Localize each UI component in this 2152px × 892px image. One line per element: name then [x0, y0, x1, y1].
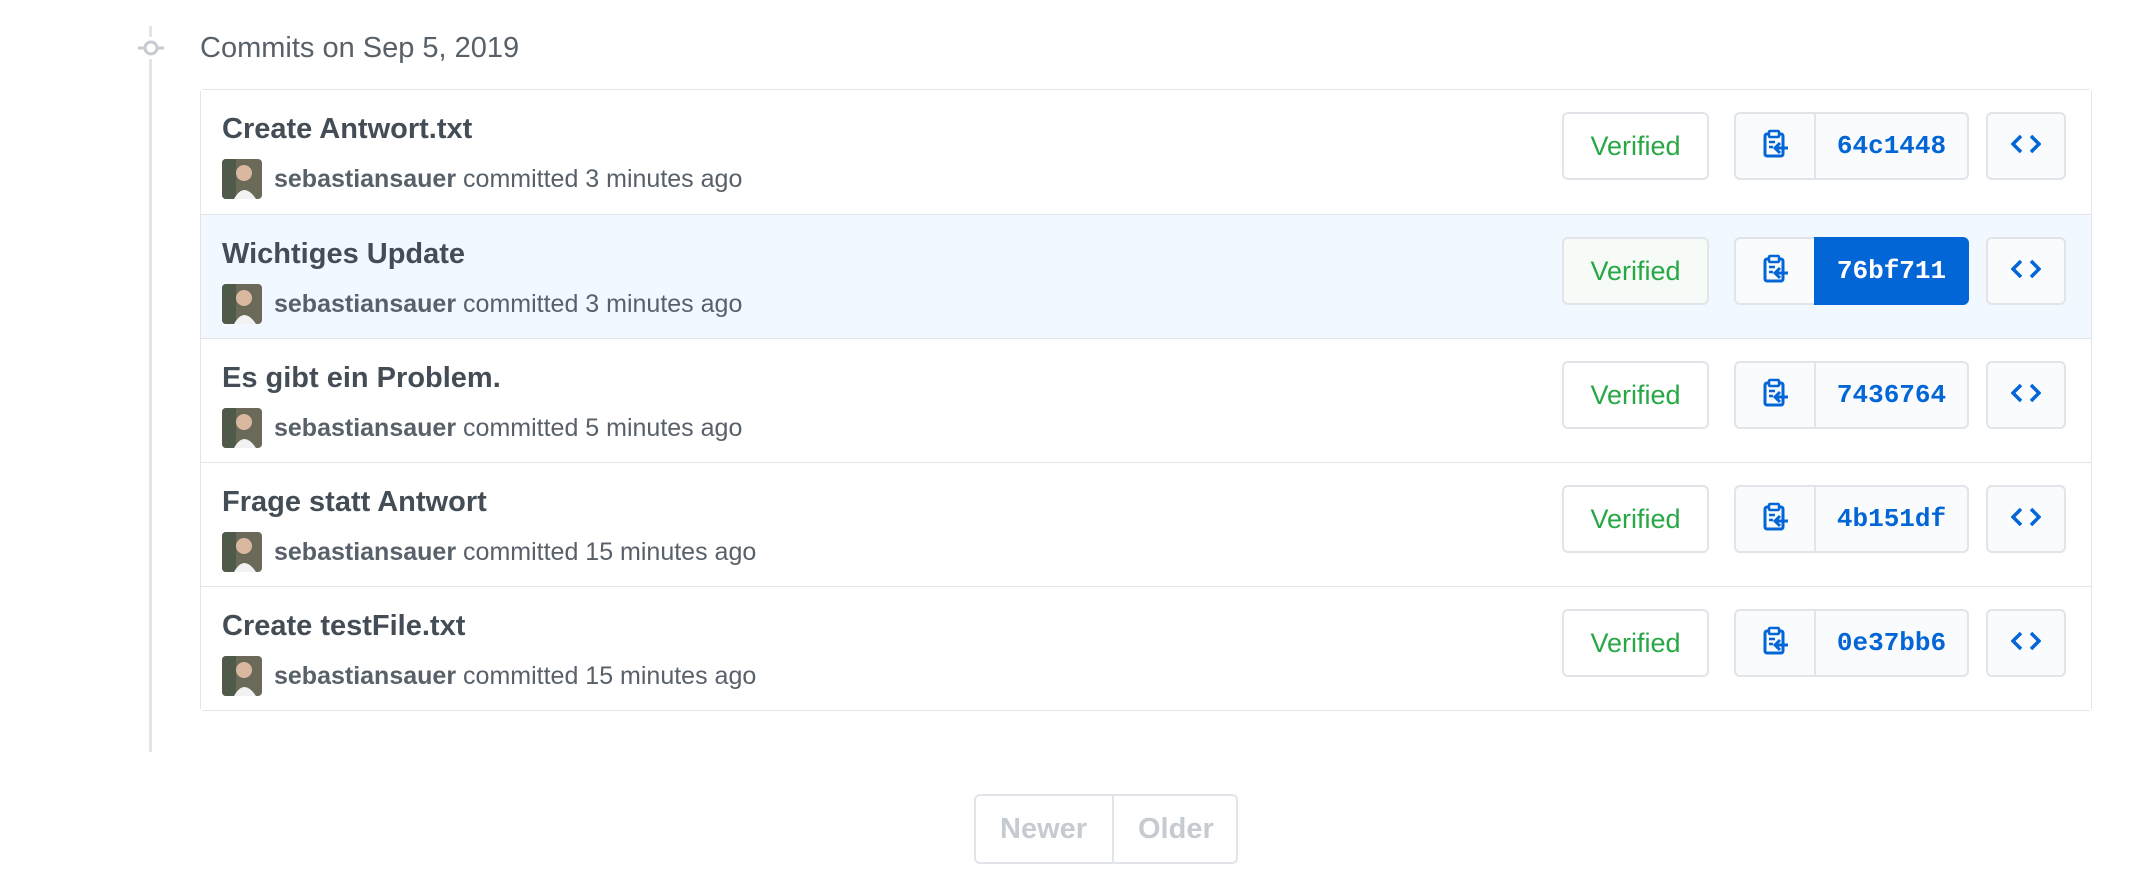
commit-list: Create Antwort.txt sebastiansauer commit…: [200, 89, 2092, 711]
sha-button-group: 0e37bb6: [1734, 609, 1969, 677]
browse-repo-button[interactable]: [1986, 361, 2066, 429]
verified-badge[interactable]: Verified: [1562, 112, 1709, 180]
commit-author-link[interactable]: sebastiansauer: [274, 414, 456, 443]
commit-meta: sebastiansauer committed 5 minutes ago: [222, 407, 742, 449]
pagination: Newer Older: [974, 794, 1238, 864]
commit-title-link[interactable]: Frage statt Antwort: [222, 484, 487, 520]
commit-row: Create Antwort.txt sebastiansauer commit…: [201, 90, 2091, 214]
code-icon: [2010, 506, 2042, 533]
commit-time: committed 15 minutes ago: [463, 537, 757, 566]
commit-time: committed 3 minutes ago: [463, 289, 743, 318]
commit-row: Frage statt Antwort sebastiansauer commi…: [201, 462, 2091, 586]
copy-sha-button[interactable]: [1734, 237, 1814, 305]
browse-repo-button[interactable]: [1986, 609, 2066, 677]
clippy-icon: [1761, 129, 1789, 164]
older-button[interactable]: Older: [1113, 794, 1238, 864]
commit-author-link[interactable]: sebastiansauer: [274, 290, 456, 319]
code-icon: [2010, 133, 2042, 160]
browse-repo-button[interactable]: [1986, 112, 2066, 180]
timeline-line: [149, 26, 152, 752]
browse-repo-button[interactable]: [1986, 485, 2066, 553]
commit-meta: sebastiansauer committed 3 minutes ago: [222, 283, 742, 325]
commit-sha-link[interactable]: 7436764: [1814, 361, 1969, 429]
commit-sha-link[interactable]: 64c1448: [1814, 112, 1969, 180]
copy-sha-button[interactable]: [1734, 485, 1814, 553]
commit-group-title: Commits on Sep 5, 2019: [200, 32, 520, 64]
sha-button-group: 64c1448: [1734, 112, 1969, 180]
avatar[interactable]: [222, 656, 262, 696]
commit-row: Es gibt ein Problem. sebastiansauer comm…: [201, 338, 2091, 462]
copy-sha-button[interactable]: [1734, 361, 1814, 429]
commit-row: Wichtiges Update sebastiansauer committe…: [201, 214, 2091, 338]
code-icon: [2010, 258, 2042, 285]
commit-sha-link[interactable]: 4b151df: [1814, 485, 1969, 553]
commit-author-link[interactable]: sebastiansauer: [274, 538, 456, 567]
avatar[interactable]: [222, 408, 262, 448]
commit-meta: sebastiansauer committed 15 minutes ago: [222, 531, 756, 573]
commit-title-link[interactable]: Create testFile.txt: [222, 608, 465, 644]
commit-title-link[interactable]: Create Antwort.txt: [222, 111, 472, 147]
verified-badge[interactable]: Verified: [1562, 361, 1709, 429]
commit-title-link[interactable]: Wichtiges Update: [222, 236, 465, 272]
commit-time: committed 3 minutes ago: [463, 164, 743, 193]
verified-badge[interactable]: Verified: [1562, 609, 1709, 677]
commit-meta: sebastiansauer committed 3 minutes ago: [222, 158, 742, 200]
copy-sha-button[interactable]: [1734, 609, 1814, 677]
newer-button[interactable]: Newer: [974, 794, 1113, 864]
commit-author-link[interactable]: sebastiansauer: [274, 662, 456, 691]
clippy-icon: [1761, 378, 1789, 413]
browse-repo-button[interactable]: [1986, 237, 2066, 305]
commit-meta: sebastiansauer committed 15 minutes ago: [222, 655, 756, 697]
clippy-icon: [1761, 254, 1789, 289]
git-commit-icon: [138, 37, 164, 59]
commit-title-link[interactable]: Es gibt ein Problem.: [222, 360, 501, 396]
commit-row: Create testFile.txt sebastiansauer commi…: [201, 586, 2091, 710]
commit-sha-link[interactable]: 0e37bb6: [1814, 609, 1969, 677]
verified-badge[interactable]: Verified: [1562, 485, 1709, 553]
avatar[interactable]: [222, 159, 262, 199]
avatar[interactable]: [222, 284, 262, 324]
sha-button-group: 4b151df: [1734, 485, 1969, 553]
commit-sha-link[interactable]: 76bf711: [1814, 237, 1969, 305]
avatar[interactable]: [222, 532, 262, 572]
clippy-icon: [1761, 626, 1789, 661]
clippy-icon: [1761, 502, 1789, 537]
code-icon: [2010, 630, 2042, 657]
commit-time: committed 5 minutes ago: [463, 413, 743, 442]
code-icon: [2010, 382, 2042, 409]
verified-badge[interactable]: Verified: [1562, 237, 1709, 305]
copy-sha-button[interactable]: [1734, 112, 1814, 180]
commit-author-link[interactable]: sebastiansauer: [274, 165, 456, 194]
sha-button-group: 7436764: [1734, 361, 1969, 429]
sha-button-group: 76bf711: [1734, 237, 1969, 305]
commit-time: committed 15 minutes ago: [463, 661, 757, 690]
